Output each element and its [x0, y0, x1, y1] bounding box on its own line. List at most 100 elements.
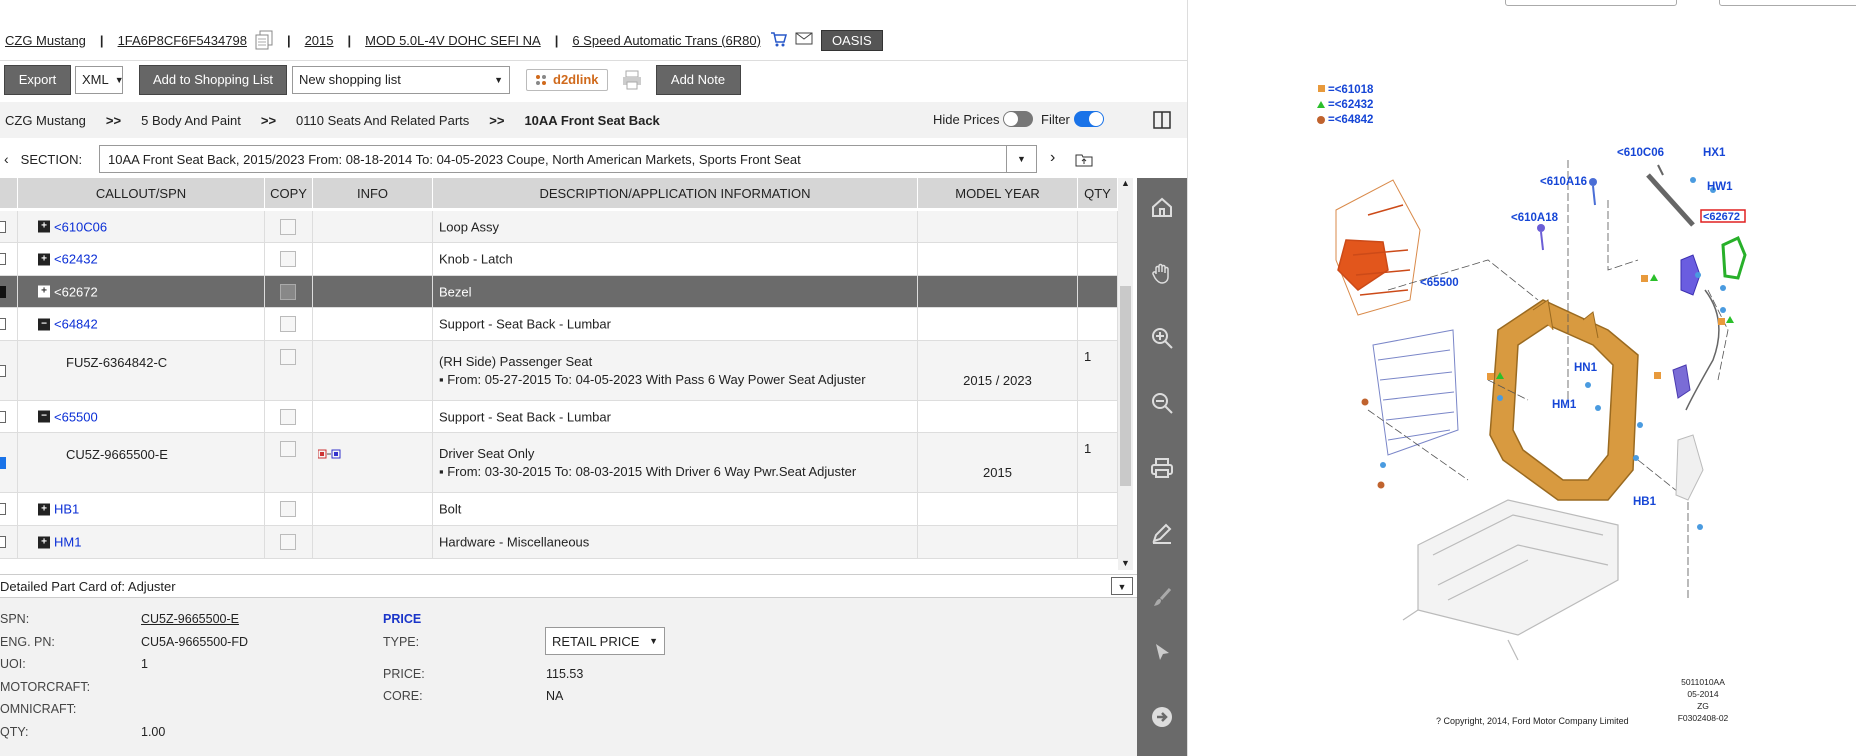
scroll-down-icon[interactable]: ▼: [1121, 558, 1130, 568]
pencil-icon[interactable]: [1150, 521, 1174, 545]
diagram-callout[interactable]: <65500: [1420, 277, 1459, 289]
table-row[interactable]: + <62432 Knob - Latch: [0, 243, 1118, 276]
split-view-icon[interactable]: [1153, 111, 1171, 129]
diagram-callout[interactable]: HB1: [1633, 496, 1656, 508]
scrollbar-thumb[interactable]: [1120, 286, 1131, 486]
diagram-callout-selected[interactable]: <62672: [1703, 211, 1740, 223]
home-icon[interactable]: [1150, 195, 1174, 219]
add-note-button[interactable]: Add Note: [655, 64, 741, 95]
copy-icon[interactable]: [280, 251, 296, 267]
expand-icon[interactable]: +: [38, 503, 50, 515]
diagram-callout[interactable]: HX1: [1703, 147, 1725, 159]
expand-icon[interactable]: +: [38, 285, 50, 298]
copy-icon[interactable]: [280, 349, 296, 365]
chevron-down-icon[interactable]: ▼: [1111, 577, 1133, 595]
table-row[interactable]: + HM1 Hardware - Miscellaneous: [0, 526, 1118, 559]
expand-icon[interactable]: +: [38, 536, 50, 548]
collapse-icon[interactable]: −: [38, 410, 50, 423]
table-row-part[interactable]: FU5Z-6364842-C (RH Side) Passenger Seat ▪…: [0, 341, 1118, 401]
diagram-callout[interactable]: <610A16: [1540, 176, 1587, 188]
table-row-part[interactable]: CU5Z-9665500-E Driver Seat Only ▪ From: 0…: [0, 433, 1118, 493]
table-row[interactable]: − <64842 Support - Seat Back - Lumbar: [0, 308, 1118, 341]
pan-hand-icon[interactable]: [1150, 261, 1174, 285]
row-checkbox-checked[interactable]: [0, 456, 6, 469]
zoom-in-icon[interactable]: [1150, 326, 1174, 350]
table-row[interactable]: + <610C06 Loop Assy: [0, 211, 1118, 243]
info-icon[interactable]: [317, 447, 342, 459]
row-checkbox[interactable]: [0, 253, 6, 265]
breadcrumb-item[interactable]: CZG Mustang: [5, 113, 86, 128]
callout-link[interactable]: HB1: [54, 502, 79, 517]
add-to-shopping-list-button[interactable]: Add to Shopping List: [139, 64, 287, 95]
column-header[interactable]: MODEL YEAR: [918, 178, 1078, 208]
expand-icon[interactable]: +: [38, 220, 50, 233]
filter-toggle[interactable]: [1073, 111, 1104, 127]
expand-icon[interactable]: +: [38, 253, 50, 265]
price-type-select[interactable]: RETAIL PRICE ▼: [545, 627, 665, 655]
export-section-icon[interactable]: [1075, 151, 1093, 167]
d2dlink-button[interactable]: d2dlink: [526, 68, 608, 91]
part-number[interactable]: FU5Z-6364842-C: [66, 355, 167, 370]
row-checkbox[interactable]: [0, 220, 6, 233]
row-checkbox[interactable]: [0, 410, 6, 423]
copy-icon[interactable]: [280, 534, 296, 550]
callout-link[interactable]: <610C06: [54, 219, 107, 234]
copy-icon[interactable]: [280, 284, 296, 300]
spn-value[interactable]: CU5Z-9665500-E: [141, 612, 239, 626]
zoom-out-icon[interactable]: [1150, 391, 1174, 415]
chevron-right-icon[interactable]: ›: [1050, 149, 1055, 167]
format-select[interactable]: XML ▼: [75, 65, 124, 94]
part-number[interactable]: CU5Z-9665500-E: [66, 447, 168, 462]
row-checkbox[interactable]: [0, 536, 6, 548]
callout-link[interactable]: HM1: [54, 535, 81, 550]
breadcrumb-item[interactable]: 5 Body And Paint: [141, 113, 241, 128]
diagram-callout[interactable]: <610A18: [1511, 212, 1558, 224]
diagram-callout[interactable]: HN1: [1574, 362, 1597, 374]
collapse-icon[interactable]: −: [38, 318, 50, 330]
year-link[interactable]: 2015: [305, 33, 334, 48]
copy-vin-icon[interactable]: [255, 30, 273, 50]
exploded-parts-diagram[interactable]: [1188, 0, 1856, 756]
chevron-left-icon[interactable]: ‹: [4, 151, 9, 167]
diagram-callout[interactable]: HM1: [1552, 399, 1576, 411]
transmission-link[interactable]: 6 Speed Automatic Trans (6R80): [572, 33, 761, 48]
scroll-up-icon[interactable]: ▲: [1121, 178, 1130, 188]
copy-icon[interactable]: [280, 316, 296, 332]
table-row-selected[interactable]: + <62672 Bezel: [0, 276, 1118, 308]
copy-icon[interactable]: [280, 409, 296, 425]
print-icon[interactable]: [1150, 456, 1174, 480]
vin-link[interactable]: 1FA6P8CF6F5434798: [118, 33, 247, 48]
cursor-icon[interactable]: [1150, 641, 1174, 665]
diagram-callout[interactable]: <610C06: [1617, 147, 1664, 159]
callout-link[interactable]: <62432: [54, 252, 98, 267]
breadcrumb-item[interactable]: 0110 Seats And Related Parts: [296, 113, 469, 128]
row-checkbox[interactable]: [0, 285, 6, 298]
engine-link[interactable]: MOD 5.0L-4V DOHC SEFI NA: [365, 33, 541, 48]
shopping-list-select[interactable]: New shopping list ▼: [292, 65, 510, 94]
oasis-button[interactable]: OASIS: [820, 29, 883, 51]
copy-icon[interactable]: [280, 501, 296, 517]
row-checkbox[interactable]: [0, 318, 6, 330]
print-icon[interactable]: [620, 68, 644, 92]
legend-item: =<62432: [1328, 99, 1374, 111]
copy-icon[interactable]: [280, 441, 296, 457]
export-button[interactable]: Export: [4, 64, 71, 95]
row-checkbox[interactable]: [0, 364, 6, 377]
table-row[interactable]: + HB1 Bolt: [0, 493, 1118, 526]
copy-icon[interactable]: [280, 219, 296, 235]
table-scrollbar[interactable]: ▲ ▼: [1118, 178, 1133, 570]
email-icon[interactable]: [795, 30, 813, 50]
callout-link[interactable]: <62672: [54, 284, 98, 299]
model-link[interactable]: CZG Mustang: [5, 33, 86, 48]
brush-icon[interactable]: [1150, 586, 1174, 610]
table-row[interactable]: − <65500 Support - Seat Back - Lumbar: [0, 401, 1118, 433]
column-header[interactable]: CALLOUT/SPN: [18, 178, 265, 208]
section-select[interactable]: 10AA Front Seat Back, 2015/2023 From: 08…: [99, 145, 1037, 173]
add-cart-icon[interactable]: [769, 30, 787, 50]
callout-link[interactable]: <64842: [54, 317, 98, 332]
arrow-right-circle-icon[interactable]: [1150, 705, 1174, 729]
hide-prices-toggle[interactable]: [1003, 111, 1034, 127]
diagram-callout[interactable]: HW1: [1707, 181, 1733, 193]
callout-link[interactable]: <65500: [54, 409, 98, 424]
row-checkbox[interactable]: [0, 503, 6, 515]
